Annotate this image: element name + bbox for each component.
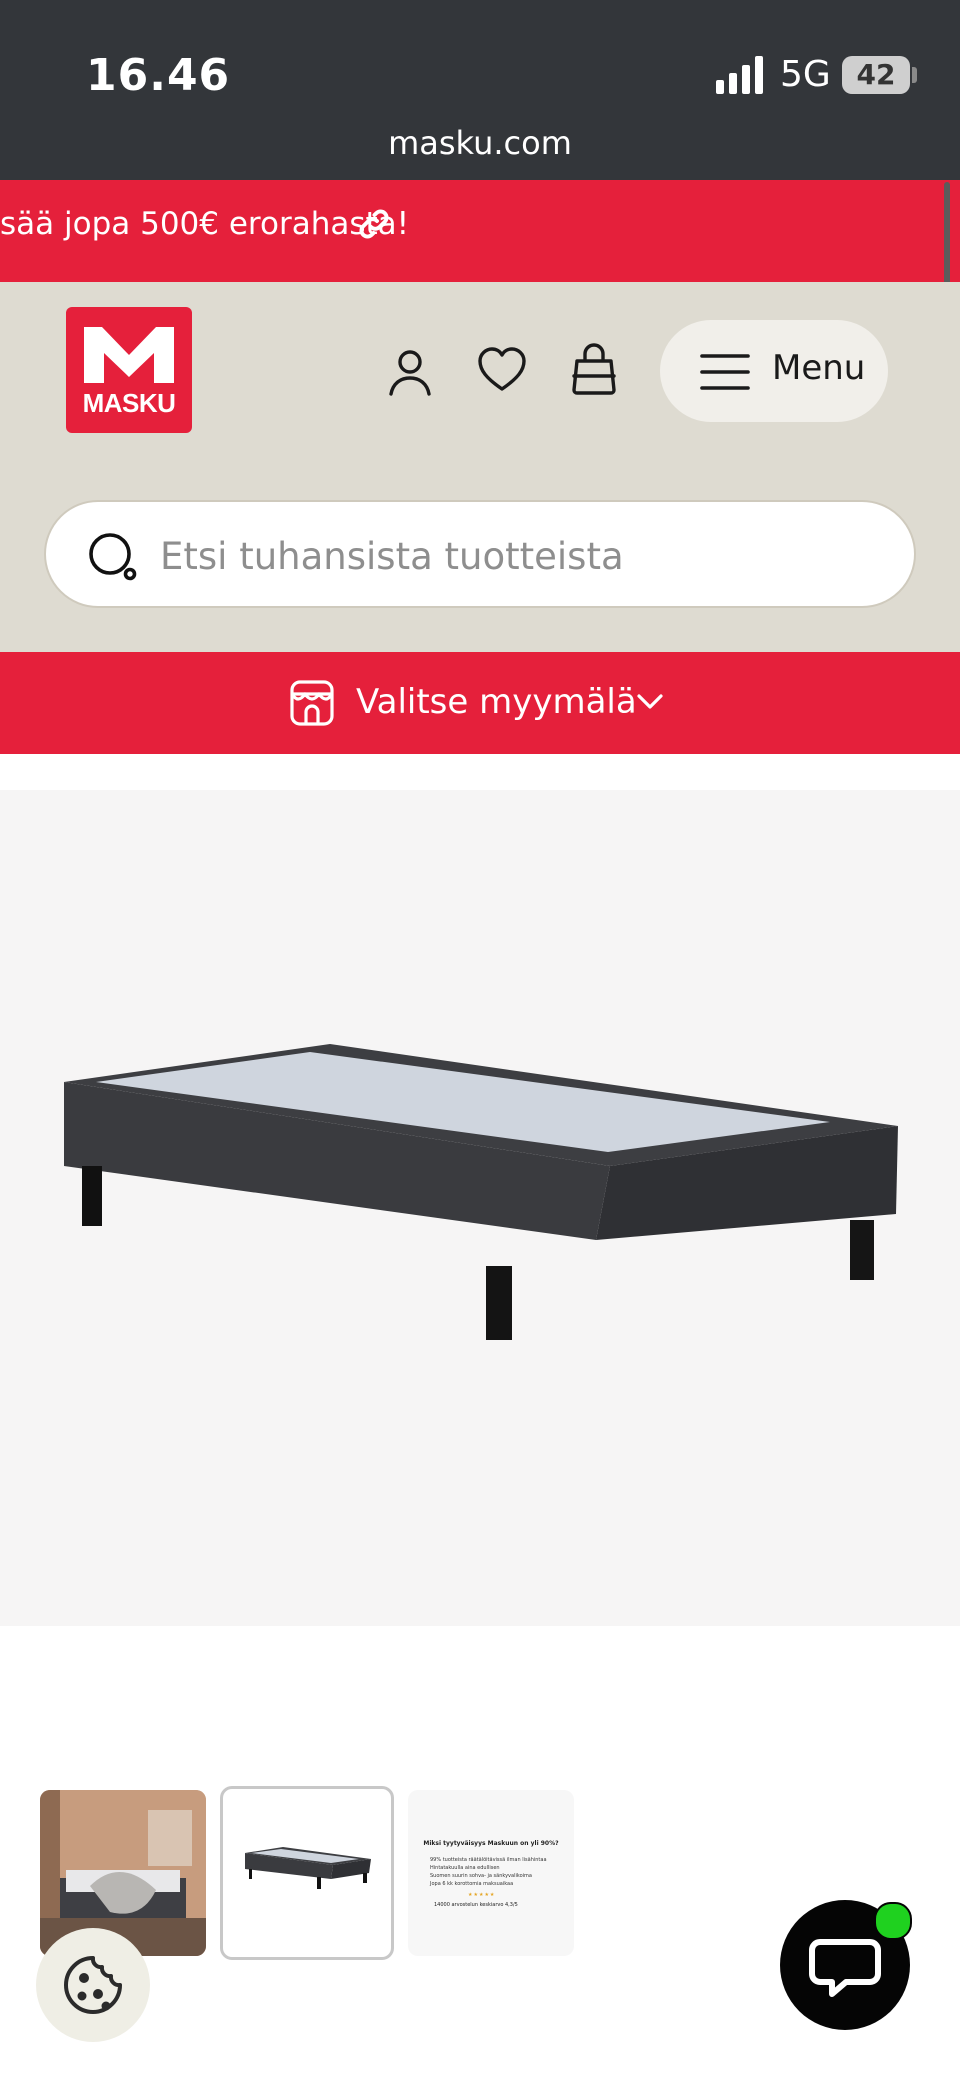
info-card-line: 99% tuotteista räätälöitävissä ilman lis… — [430, 1857, 547, 1863]
battery-tip — [912, 67, 917, 83]
info-card-line: Suomen suurin sohva- ja sänkyvalikoima — [430, 1873, 532, 1879]
hamburger-icon[interactable] — [700, 352, 750, 392]
info-card-line: Jopa 6 kk korottomia maksuaikaa — [430, 1881, 514, 1887]
rating-stars-icon: ★★★★★ — [468, 1892, 496, 1898]
signal-icon — [716, 56, 763, 94]
menu-label[interactable]: Menu — [772, 348, 865, 388]
network-type: 5G — [780, 54, 831, 95]
address-bar[interactable]: masku.com — [0, 124, 960, 162]
chat-online-indicator — [874, 1902, 912, 1940]
thumbnail-info-card[interactable]: Miksi tyytyväisyys Maskuun on yli 90%? 9… — [408, 1790, 574, 1956]
info-card-rating: 14000 arvostelun keskiarvo 4,3/5 — [434, 1902, 518, 1908]
search-icon[interactable] — [86, 530, 138, 582]
info-card-line: Hintatakuulla aina edullisen — [430, 1865, 500, 1871]
shopping-bag-icon[interactable] — [568, 342, 620, 396]
bed-base-image — [64, 1044, 898, 1340]
chevron-down-icon[interactable] — [636, 692, 664, 712]
bed-base-thumbnail-image — [245, 1847, 371, 1889]
search-input[interactable] — [160, 530, 860, 582]
store-selector-label[interactable]: Valitse myymälä — [356, 682, 637, 722]
status-time: 16.46 — [86, 50, 231, 101]
info-card-list: 99% tuotteista räätälöitävissä ilman lis… — [430, 1856, 560, 1888]
battery-level: 42 — [856, 58, 896, 91]
promo-text: sää jopa 500€ erorahasta! — [0, 206, 410, 242]
cookie-settings-button[interactable] — [36, 1928, 150, 2042]
cookie-icon — [64, 1956, 122, 2014]
user-icon[interactable] — [384, 346, 436, 398]
promo-banner[interactable]: sää jopa 500€ erorahasta! — [0, 180, 960, 282]
thumbnail-bed-base[interactable] — [220, 1786, 394, 1960]
store-icon[interactable] — [288, 678, 336, 728]
info-card-title: Miksi tyytyväisyys Maskuun on yli 90%? — [423, 1840, 559, 1847]
heart-icon[interactable] — [476, 344, 528, 396]
logo-text: MASKU — [82, 388, 176, 418]
link-icon[interactable] — [356, 206, 392, 242]
